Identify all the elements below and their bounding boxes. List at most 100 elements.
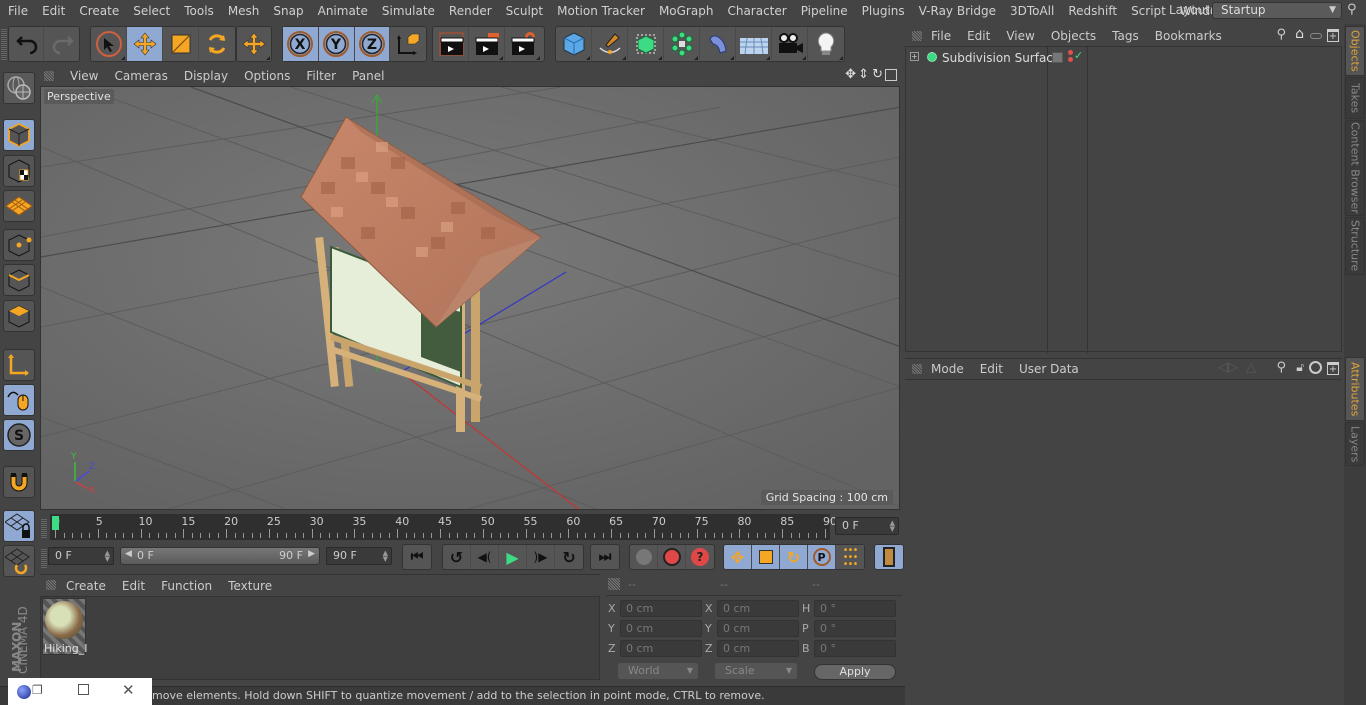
timeline-grip[interactable]	[41, 518, 47, 538]
locked-workplane-button[interactable]	[3, 510, 35, 542]
record-keys-button[interactable]	[630, 545, 658, 569]
menu-script[interactable]: Script	[1124, 0, 1173, 22]
layer-icon[interactable]	[1052, 52, 1063, 63]
panel-grip[interactable]	[44, 71, 54, 81]
menu-edit[interactable]: Edit	[35, 0, 72, 22]
pos-x-field[interactable]: 0 cm	[620, 600, 702, 617]
scale-tool-button[interactable]	[163, 27, 199, 61]
tab-layers[interactable]: Layers	[1345, 422, 1365, 466]
playhead[interactable]	[52, 516, 59, 530]
restore-icon[interactable]: ❐	[32, 683, 43, 697]
object-menu-view[interactable]: View	[998, 29, 1042, 43]
perspective-viewport[interactable]: Y Z X Perspective Grid Spacing : 100 cm	[40, 86, 900, 510]
panel-grip[interactable]	[608, 578, 620, 590]
tab-objects[interactable]: Objects	[1345, 26, 1365, 76]
key-rotation-button[interactable]: ↻	[780, 545, 808, 569]
rot-h-field[interactable]: 0 °	[814, 600, 896, 617]
timeline-window-button[interactable]	[875, 545, 903, 569]
magnet-button[interactable]	[3, 466, 35, 498]
target-icon[interactable]	[1309, 361, 1322, 374]
go-to-end-button[interactable]: ⏭	[591, 545, 619, 569]
panel-grip[interactable]	[912, 364, 922, 374]
pos-z-field[interactable]: 0 cm	[620, 640, 702, 657]
material-menu-edit[interactable]: Edit	[114, 579, 153, 593]
polygons-mode-button[interactable]	[3, 300, 35, 332]
spinner-icon[interactable]: ▲ ▼	[890, 520, 895, 533]
editor-visibility-dot[interactable]	[1068, 50, 1073, 55]
rotate-tool-button[interactable]	[199, 27, 235, 61]
light-button[interactable]	[808, 27, 844, 61]
points-mode-button[interactable]	[3, 229, 35, 261]
deformer-button[interactable]	[700, 27, 736, 61]
render-to-picture-viewer-button[interactable]	[469, 27, 505, 61]
render-visibility-dot[interactable]	[1068, 57, 1073, 62]
size-x-field[interactable]: 0 cm	[717, 600, 799, 617]
select-tool-button[interactable]	[91, 27, 127, 61]
render-view-button[interactable]	[433, 27, 469, 61]
panel-grip[interactable]	[46, 580, 56, 590]
viewport-menu-view[interactable]: View	[62, 69, 106, 83]
size-z-field[interactable]: 0 cm	[717, 640, 799, 657]
object-menu-file[interactable]: File	[923, 29, 959, 43]
frame-range-slider[interactable]: ◀ 0 F 90 F ▶	[120, 547, 320, 565]
undo-button[interactable]	[9, 27, 45, 61]
viewport-zoom-icon[interactable]: ⇕	[858, 67, 869, 82]
material-menu-function[interactable]: Function	[153, 579, 220, 593]
range-right-arrow-icon[interactable]: ▶	[308, 549, 315, 559]
menu-animate[interactable]: Animate	[311, 0, 375, 22]
link-icon[interactable]	[1310, 33, 1322, 39]
menu-simulate[interactable]: Simulate	[375, 0, 442, 22]
material-menu-create[interactable]: Create	[58, 579, 114, 593]
viewport-menu-cameras[interactable]: Cameras	[106, 69, 175, 83]
tweak-mode-button[interactable]	[3, 384, 35, 416]
new-panel-icon[interactable]: +	[1327, 362, 1339, 375]
workplane-mode-button[interactable]	[3, 190, 35, 222]
key-point-level-button[interactable]: ••• ••• •••	[836, 545, 864, 569]
material-menu-texture[interactable]: Texture	[220, 579, 280, 593]
tab-structure[interactable]: Structure	[1345, 217, 1365, 275]
close-icon[interactable]: ✕	[122, 681, 135, 699]
max-frame-field[interactable]: 90 F ▲ ▼	[326, 547, 392, 565]
texture-mode-button[interactable]	[3, 155, 35, 187]
maximize-icon[interactable]	[78, 684, 89, 695]
object-row[interactable]: + Subdivision Surface ✓	[906, 49, 1343, 71]
menu-pipeline[interactable]: Pipeline	[794, 0, 855, 22]
attribute-menu-mode[interactable]: Mode	[923, 362, 972, 376]
next-key-button[interactable]: ↻	[555, 545, 583, 569]
tab-takes[interactable]: Takes	[1345, 77, 1365, 119]
object-menu-bookmarks[interactable]: Bookmarks	[1147, 29, 1230, 43]
menu-character[interactable]: Character	[720, 0, 793, 22]
new-panel-icon[interactable]: +	[1327, 29, 1339, 42]
search-icon[interactable]: ⚲	[1276, 360, 1286, 375]
move-tool-button[interactable]	[127, 27, 163, 61]
pen-spline-button[interactable]	[592, 27, 628, 61]
menu-sculpt[interactable]: Sculpt	[499, 0, 550, 22]
cube-button[interactable]	[556, 27, 592, 61]
model-mode-button[interactable]	[3, 119, 35, 151]
cloner-button[interactable]	[664, 27, 700, 61]
coordinate-system-button[interactable]	[390, 27, 426, 61]
key-parameter-button[interactable]: P	[808, 545, 836, 569]
enabled-check-icon[interactable]: ✓	[1074, 49, 1083, 62]
menu-3dtoall[interactable]: 3DToAll	[1003, 0, 1061, 22]
lock-icon[interactable]: 🔓︎	[1296, 360, 1304, 375]
viewport-rotate-icon[interactable]: ↻	[872, 67, 883, 82]
toolbar-grip[interactable]	[1, 28, 7, 60]
menu-plugins[interactable]: Plugins	[855, 0, 912, 22]
play-button[interactable]: ▶	[499, 545, 527, 569]
coordinate-space-select[interactable]: World ▼	[618, 663, 698, 679]
spinner-icon[interactable]: ▲ ▼	[105, 550, 110, 563]
keyframe-selection-button[interactable]: ?	[686, 545, 714, 569]
viewport-menu-filter[interactable]: Filter	[298, 69, 344, 83]
back-arrow-icon[interactable]: ◁▷	[1218, 360, 1238, 375]
viewport-menu-panel[interactable]: Panel	[344, 69, 392, 83]
menu-select[interactable]: Select	[126, 0, 177, 22]
object-menu-edit[interactable]: Edit	[959, 29, 998, 43]
viewport-menu-display[interactable]: Display	[176, 69, 236, 83]
spinner-icon[interactable]: ▲ ▼	[383, 550, 388, 563]
menu-vray-bridge[interactable]: V-Ray Bridge	[912, 0, 1003, 22]
size-mode-select[interactable]: Scale ▼	[715, 663, 797, 679]
subdivision-surface-button[interactable]	[628, 27, 664, 61]
min-frame-field[interactable]: 0 F ▲ ▼	[48, 547, 114, 565]
auto-keying-button[interactable]	[658, 545, 686, 569]
